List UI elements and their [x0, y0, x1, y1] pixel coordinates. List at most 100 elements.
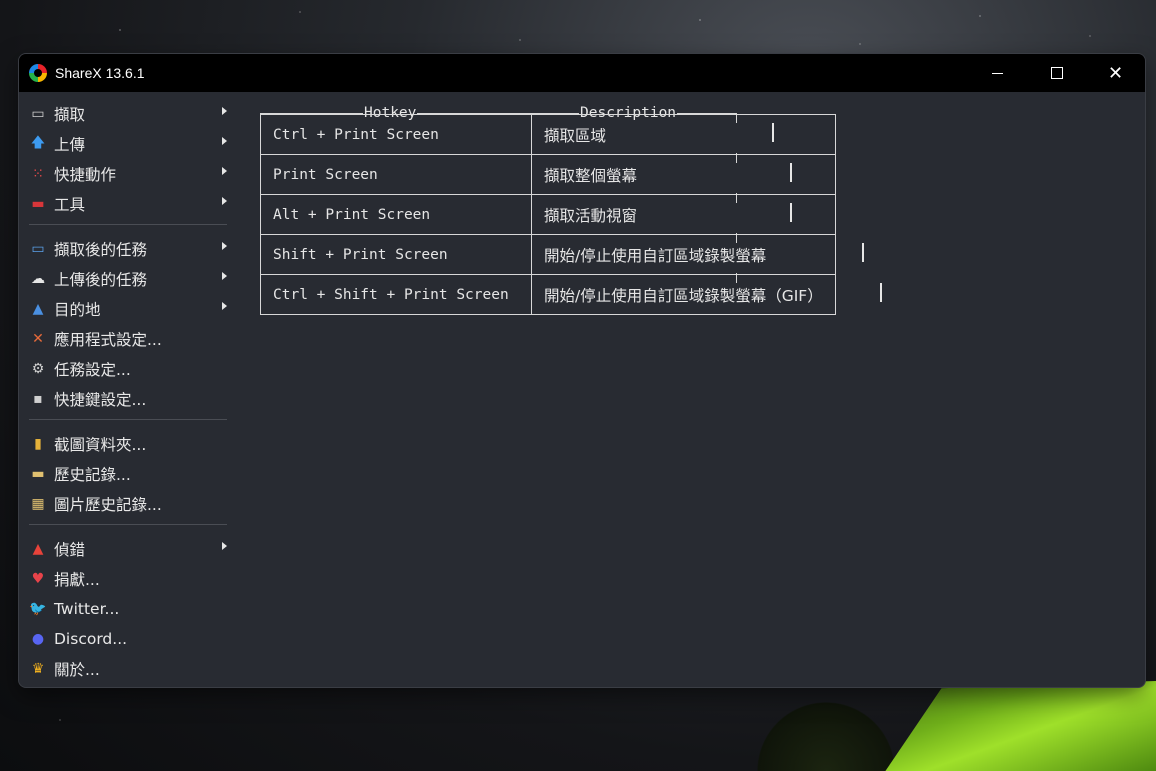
menu-item-label: 擷取後的任務: [54, 241, 148, 259]
minimize-button[interactable]: [968, 54, 1027, 92]
menu-item-label: 歷史記錄...: [54, 466, 131, 484]
toolbox-icon: ▬: [31, 196, 45, 212]
crown-icon: ♛: [31, 661, 45, 677]
hotkey-cell: Alt + Print Screen: [260, 194, 532, 235]
row-end-marker: [862, 243, 864, 262]
menu-item-label: 圖片歷史記錄...: [54, 496, 162, 514]
hotkey-panel: Hotkey Description Ctrl + Print Screen 擷取…: [260, 106, 882, 315]
menu-item-7[interactable]: ✕ 應用程式設定...: [29, 325, 229, 353]
menu-item-1[interactable]: 🡅 上傳: [29, 130, 229, 158]
menu-item-16[interactable]: ● Discord...: [29, 625, 229, 653]
heart-icon: ♥: [31, 571, 45, 587]
close-icon: ✕: [1107, 62, 1124, 84]
title-bar[interactable]: ShareX 13.6.1 ✕: [19, 54, 1145, 92]
hotkey-cell: Ctrl + Print Screen: [260, 114, 532, 155]
menu-separator: [29, 524, 227, 525]
main-menu: ▭ 擷取 🡅 上傳 ⁙ 快捷動作 ▬ 工具 ▭ 擷取後的任務 ☁ 上傳後的任務 ▲ 目的地 ✕ 應用程式設定.…: [19, 92, 231, 687]
menu-item-label: 目的地: [54, 301, 101, 319]
menu-item-9[interactable]: ▪ 快捷鍵設定...: [29, 385, 229, 413]
menu-item-14[interactable]: ♥ 捐獻...: [29, 565, 229, 593]
table-border-tick: [736, 153, 737, 163]
menu-item-label: 應用程式設定...: [54, 331, 162, 349]
menu-item-label: 偵錯: [54, 541, 86, 559]
maximize-icon: [1050, 67, 1063, 79]
minimize-icon: [992, 72, 1003, 74]
menu-item-label: 快捷鍵設定...: [54, 391, 147, 409]
submenu-arrow-icon: [222, 272, 227, 280]
submenu-arrow-icon: [222, 302, 227, 310]
hotkey-cell: Ctrl + Shift + Print Screen: [260, 274, 532, 315]
table-border-tick: [736, 193, 737, 203]
submenu-arrow-icon: [222, 167, 227, 175]
wallpaper-trees: [746, 691, 906, 771]
menu-item-12[interactable]: ▦ 圖片歷史記錄...: [29, 490, 229, 518]
table-row[interactable]: Shift + Print Screen 開始/停止使用自訂區域錄製螢幕: [260, 234, 836, 275]
capture-icon: ▭: [31, 106, 45, 122]
sharex-logo-icon: [29, 64, 47, 82]
menu-item-3[interactable]: ▬ 工具: [29, 190, 229, 218]
menu-item-4[interactable]: ▭ 擷取後的任務: [29, 235, 229, 263]
menu-item-label: Discord...: [54, 630, 128, 648]
table-row[interactable]: Ctrl + Shift + Print Screen 開始/停止使用自訂區域錄製…: [260, 274, 836, 315]
menu-item-2[interactable]: ⁙ 快捷動作: [29, 160, 229, 188]
menu-item-label: 捐獻...: [54, 571, 100, 589]
table-border-tick: [736, 113, 737, 123]
maximize-button[interactable]: [1027, 54, 1086, 92]
app-settings-tools-icon: ✕: [32, 331, 44, 347]
table-row[interactable]: Print Screen 擷取整個螢幕: [260, 154, 836, 195]
menu-item-8[interactable]: ⚙ 任務設定...: [29, 355, 229, 383]
hotkey-table: Ctrl + Print Screen 擷取區域 Print Screen 擷取整個螢…: [260, 114, 836, 315]
hotkey-cell: Print Screen: [260, 154, 532, 195]
cloud-upload-icon: ☁: [31, 271, 45, 287]
menu-item-15[interactable]: 🐦 Twitter...: [29, 595, 229, 623]
menu-item-10[interactable]: ▮ 截圖資料夾...: [29, 430, 229, 458]
submenu-arrow-icon: [222, 542, 227, 550]
row-end-marker: [880, 283, 882, 302]
row-end-marker: [772, 123, 774, 142]
submenu-arrow-icon: [222, 137, 227, 145]
menu-item-label: 上傳: [54, 136, 86, 154]
gear-icon: ⚙: [31, 361, 45, 377]
twitter-bird-icon: 🐦: [29, 601, 47, 617]
destinations-icon: ▲: [32, 301, 44, 317]
submenu-arrow-icon: [222, 197, 227, 205]
menu-item-label: 截圖資料夾...: [54, 436, 147, 454]
keyboard-icon: ▪: [33, 391, 43, 407]
close-button[interactable]: ✕: [1086, 54, 1145, 92]
table-border-tick: [736, 233, 737, 243]
table-row[interactable]: Ctrl + Print Screen 擷取區域: [260, 114, 836, 155]
history-icon: ▬: [31, 466, 45, 482]
hotkey-cell: Shift + Print Screen: [260, 234, 532, 275]
menu-item-0[interactable]: ▭ 擷取: [29, 100, 229, 128]
description-cell: 擷取區域: [531, 114, 836, 155]
menu-separator: [29, 419, 227, 420]
row-end-marker: [790, 203, 792, 222]
menu-item-11[interactable]: ▬ 歷史記錄...: [29, 460, 229, 488]
table-row[interactable]: Alt + Print Screen 擷取活動視窗: [260, 194, 836, 235]
folder-icon: ▮: [34, 436, 42, 452]
menu-item-13[interactable]: ▲ 偵錯: [29, 535, 229, 563]
description-cell: 開始/停止使用自訂區域錄製螢幕（GIF）: [531, 274, 836, 315]
image-history-icon: ▦: [31, 496, 45, 512]
row-end-marker: [790, 163, 792, 182]
debug-cone-icon: ▲: [32, 541, 44, 557]
quick-actions-grid-icon: ⁙: [32, 166, 44, 182]
menu-item-5[interactable]: ☁ 上傳後的任務: [29, 265, 229, 293]
menu-item-label: Twitter...: [54, 600, 120, 618]
table-border-tick: [736, 273, 737, 283]
menu-item-label: 快捷動作: [54, 166, 117, 184]
window-title: ShareX 13.6.1: [55, 65, 145, 81]
upload-arrow-icon: 🡅: [30, 135, 46, 151]
after-capture-icon: ▭: [31, 241, 45, 257]
window-controls: ✕: [968, 54, 1145, 92]
menu-item-label: 擷取: [54, 106, 86, 124]
menu-separator: [29, 224, 227, 225]
menu-item-label: 工具: [54, 196, 86, 214]
sharex-window: ShareX 13.6.1 ✕ ▭ 擷取 🡅 上傳 ⁙ 快捷動作 ▬ 工具 ▭ 擷取後的任務 ☁ 上傳…: [19, 54, 1145, 687]
menu-item-label: 上傳後的任務: [54, 271, 148, 289]
menu-item-17[interactable]: ♛ 關於...: [29, 655, 229, 683]
menu-item-6[interactable]: ▲ 目的地: [29, 295, 229, 323]
description-cell: 開始/停止使用自訂區域錄製螢幕: [531, 234, 836, 275]
menu-item-label: 關於...: [54, 661, 100, 679]
menu-item-label: 任務設定...: [54, 361, 131, 379]
